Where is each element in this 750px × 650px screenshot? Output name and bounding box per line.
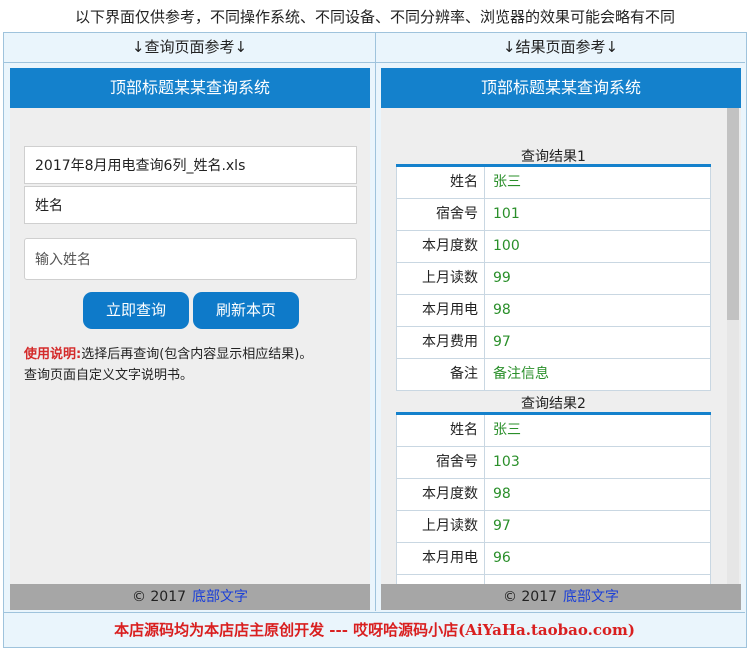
result-page-panel: 顶部标题某某查询系统 查询结果1 姓名 张三 宿舍号 101 本月度数 100 上月读… [381, 68, 741, 610]
table-row: 本月度数 100 [396, 231, 711, 263]
result-heading-2: 查询结果2 [521, 396, 586, 412]
query-page-footer: © 2017 底部文字 [10, 584, 370, 610]
table-row: 姓名 张三 [396, 167, 711, 199]
result-heading-1: 查询结果1 [521, 149, 586, 165]
refresh-button[interactable]: 刷新本页 [193, 292, 299, 329]
results-scroll-area[interactable]: 查询结果1 姓名 张三 宿舍号 101 本月度数 100 上月读数 99 本月用电 98 … [381, 108, 741, 584]
file-select[interactable]: 2017年8月用电查询6列_姓名.xls [24, 146, 357, 184]
row-value: 99 [493, 270, 511, 286]
footer-copyright: © 2017 [131, 589, 187, 605]
row-key: 姓名 [397, 415, 485, 446]
help-line-1: 选择后再查询(包含内容显示相应结果)。 [81, 347, 313, 362]
field-select[interactable]: 姓名 [24, 186, 357, 224]
row-value: 97 [493, 518, 511, 534]
footer-link[interactable]: 底部文字 [563, 589, 619, 605]
row-value: 101 [493, 206, 520, 222]
scrollbar-thumb[interactable] [727, 108, 739, 320]
table-row: 宿舍号 103 [396, 447, 711, 479]
table-row: 本月用电 96 [396, 543, 711, 575]
footer-link[interactable]: 底部文字 [192, 589, 248, 605]
row-value: 100 [493, 238, 520, 254]
table-row: 上月读数 97 [396, 511, 711, 543]
row-key: 本月用电 [397, 543, 485, 574]
row-value: 备注信息 [493, 366, 549, 382]
help-label: 使用说明: [24, 347, 82, 362]
row-value: 98 [493, 302, 511, 318]
bottom-note: 本店源码均为本店店主原创开发 --- 哎呀哈源码小店(AiYaHa.taobao… [114, 621, 635, 639]
top-note: 以下界面仅供参考，不同操作系统、不同设备、不同分辨率、浏览器的效果可能会略有不同 [74, 8, 675, 26]
table-row: 本月用电 98 [396, 295, 711, 327]
footer-copyright: © 2017 [502, 589, 558, 605]
row-value: 96 [493, 550, 511, 566]
row-value: 张三 [493, 422, 521, 438]
query-button[interactable]: 立即查询 [83, 292, 189, 329]
name-input[interactable]: 输入姓名 [24, 238, 357, 280]
row-key: 本月度数 [397, 231, 485, 262]
result-page-title: 顶部标题某某查询系统 [381, 68, 741, 108]
row-value: 103 [493, 454, 520, 470]
table-row: 本月费用 97 [396, 327, 711, 359]
table-row: 姓名 张三 [396, 415, 711, 447]
row-key: 上月读数 [397, 511, 485, 542]
row-value [485, 575, 710, 584]
table-row: 本月度数 98 [396, 479, 711, 511]
row-key: 备注 [397, 359, 485, 390]
table-row: 宿舍号 101 [396, 199, 711, 231]
row-key: 本月用电 [397, 295, 485, 326]
row-key: 姓名 [397, 167, 485, 198]
query-page-heading: ↓查询页面参考↓ [131, 38, 248, 56]
result-table-2: 姓名 张三 宿舍号 103 本月度数 98 上月读数 97 本月用电 96 [396, 412, 711, 584]
query-page-panel: 顶部标题某某查询系统 2017年8月用电查询6列_姓名.xls 姓名 输入姓名 … [10, 68, 370, 610]
result-page-heading: ↓结果页面参考↓ [502, 38, 619, 56]
table-row: 备注 备注信息 [396, 359, 711, 391]
column-divider [375, 33, 376, 611]
row-key: 本月费用 [397, 327, 485, 358]
result-table-1: 姓名 张三 宿舍号 101 本月度数 100 上月读数 99 本月用电 98 本月费用 97… [396, 164, 711, 391]
table-row: 上月读数 99 [396, 263, 711, 295]
row-value: 98 [493, 486, 511, 502]
row-value: 97 [493, 334, 511, 350]
header-divider [4, 62, 745, 63]
query-page-title: 顶部标题某某查询系统 [10, 68, 370, 108]
row-value: 张三 [493, 174, 521, 190]
row-key: 本月度数 [397, 479, 485, 510]
row-key: 宿舍号 [397, 447, 485, 478]
help-text: 使用说明:选择后再查询(包含内容显示相应结果)。 查询页面自定义文字说明书。 [24, 344, 360, 386]
row-key: 上月读数 [397, 263, 485, 294]
row-key [397, 575, 485, 584]
result-page-footer: © 2017 底部文字 [381, 584, 741, 610]
row-key: 宿舍号 [397, 199, 485, 230]
help-line-2: 查询页面自定义文字说明书。 [24, 368, 194, 383]
table-row [396, 575, 711, 584]
